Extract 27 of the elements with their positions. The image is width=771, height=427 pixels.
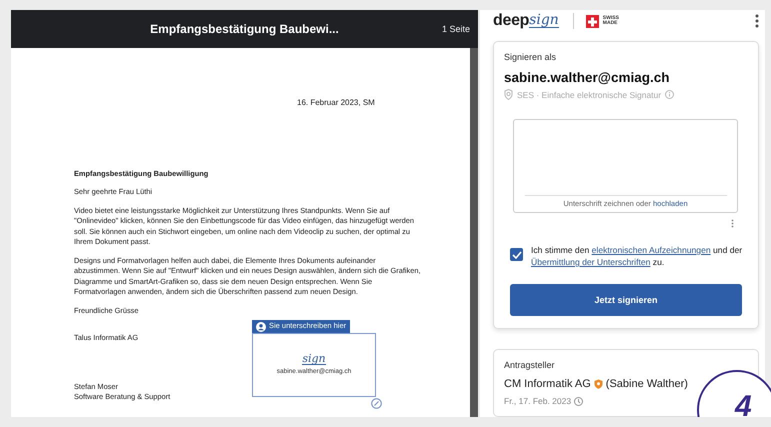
shield-icon: [594, 379, 603, 389]
applicant-person: (Sabine Walther): [606, 378, 688, 390]
resize-handle-icon: [371, 398, 382, 408]
applicant-label: Antragsteller: [504, 360, 556, 370]
signing-label: Signieren als: [504, 52, 558, 62]
applicant-company: CM Informatik AG: [504, 378, 591, 390]
swiss-flag-icon: [586, 14, 599, 28]
logo-text: deep: [493, 12, 530, 30]
more-options-icon[interactable]: [755, 14, 759, 28]
applicant-date: Fr., 17. Feb. 2023: [504, 396, 572, 406]
page-count: 1 Seite: [442, 24, 470, 34]
signature-type: SES · Einfache elektronische Signatur: [517, 90, 662, 100]
consent-link[interactable]: Übermittlung der Unterschriften: [531, 257, 650, 267]
consent-checkbox[interactable]: [510, 248, 523, 261]
logo-script: sign: [529, 14, 559, 28]
info-icon: [665, 90, 674, 99]
document-date: 16. Februar 2023, SM: [296, 98, 376, 108]
signer-email: sabine.walther@cmiag.ch: [504, 70, 670, 85]
consent-text: Ich stimme den elektronischen Aufzeichnungen und der Übermittlung der Unterschriften zu.: [531, 244, 744, 268]
scrollbar[interactable]: [470, 48, 478, 417]
person-icon: [256, 322, 266, 332]
sign-now-button[interactable]: Jetzt signieren: [510, 284, 742, 316]
more-options-icon: [731, 219, 734, 228]
signature-image: sign: [302, 352, 326, 365]
consent-link[interactable]: elektronischen Aufzeichnungen: [592, 245, 711, 255]
clock-icon: [574, 396, 584, 406]
document-title: Empfangsbestätigung Baubewi...: [150, 22, 339, 36]
